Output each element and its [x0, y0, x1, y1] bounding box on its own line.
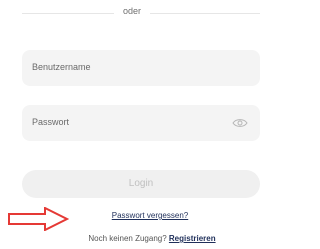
forgot-password-link[interactable]: Passwort vergessen? — [80, 211, 220, 220]
login-button[interactable]: Login — [22, 170, 260, 198]
username-field[interactable]: Benutzername — [22, 50, 260, 86]
register-link[interactable]: Registrieren — [169, 234, 216, 243]
username-placeholder: Benutzername — [32, 62, 91, 72]
eye-icon[interactable] — [232, 117, 248, 129]
password-field[interactable]: Passwort — [22, 105, 260, 141]
register-prompt: Noch keinen Zugang? Registrieren — [62, 234, 242, 243]
no-account-text: Noch keinen Zugang? — [88, 234, 167, 243]
divider-text: oder — [122, 6, 141, 16]
arrow-right-icon — [8, 207, 69, 231]
divider-line-left — [22, 13, 114, 14]
password-placeholder: Passwort — [32, 117, 70, 127]
divider-line-right — [150, 13, 260, 14]
login-panel: oder Benutzername Passwort Login Passwor… — [0, 0, 260, 249]
